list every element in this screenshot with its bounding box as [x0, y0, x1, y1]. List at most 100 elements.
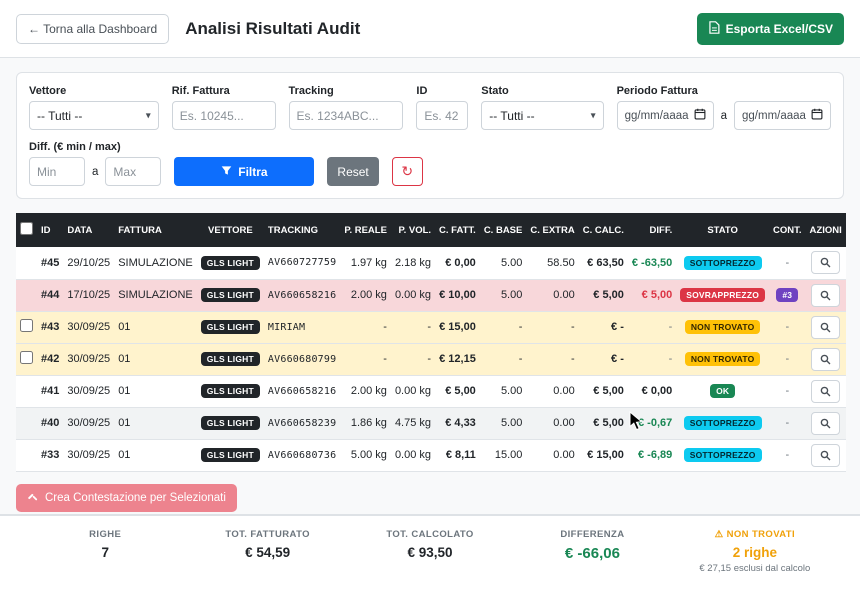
row-c-extra: - — [526, 343, 578, 375]
row-select-cell — [16, 439, 37, 471]
status-badge: SOTTOPREZZO — [684, 416, 762, 431]
carrier-badge: GLS LIGHT — [201, 448, 260, 463]
status-badge: SOVRAPPREZZO — [680, 288, 765, 303]
view-details-button[interactable] — [811, 316, 840, 339]
row-date: 30/09/25 — [63, 343, 114, 375]
diff-max-input[interactable] — [105, 157, 161, 186]
periodo-range: gg/mm/aaaa a gg/mm/aaaa — [617, 101, 831, 130]
row-c-calc: € 63,50 — [579, 247, 628, 279]
tot-fatturato-label: TOT. FATTURATO — [186, 529, 348, 540]
create-contestation-button[interactable]: Crea Contestazione per Selezionati — [16, 484, 237, 512]
summary-non-trovati: ⚠ NON TROVATI 2 righe € 27,15 esclusi da… — [674, 529, 836, 574]
table-row: #4330/09/2501GLS LIGHTMIRIAM--€ 15,00--€… — [16, 311, 846, 343]
row-diff: € 5,00 — [628, 279, 676, 311]
row-invoice: 01 — [114, 407, 197, 439]
back-to-dashboard-button[interactable]: ← Torna alla Dashboard — [16, 14, 169, 44]
contestation-empty: - — [785, 321, 789, 333]
audit-results-page: ← Torna alla Dashboard Analisi Risultati… — [0, 0, 860, 524]
refresh-button[interactable]: ↻ — [392, 157, 423, 186]
summary-bar: RIGHE 7 TOT. FATTURATO € 54,59 TOT. CALC… — [0, 514, 860, 589]
col-stato: STATO — [676, 213, 769, 247]
calendar-icon[interactable] — [811, 108, 823, 123]
contestation-badge[interactable]: #3 — [776, 288, 798, 303]
filtra-label: Filtra — [238, 165, 267, 179]
funnel-icon — [221, 165, 232, 179]
date-from-placeholder: gg/mm/aaaa — [625, 110, 689, 122]
row-cont: - — [769, 407, 806, 439]
row-tracking: MIRIAM — [264, 311, 340, 343]
row-cont: - — [769, 343, 806, 375]
row-checkbox[interactable] — [20, 319, 33, 332]
rif-fattura-input[interactable] — [172, 101, 276, 130]
righe-label: RIGHE — [24, 529, 186, 540]
vettore-select[interactable]: -- Tutti -- — [29, 101, 159, 130]
row-date: 29/10/25 — [63, 247, 114, 279]
view-details-button[interactable] — [811, 444, 840, 467]
row-id: #42 — [37, 343, 63, 375]
filtra-button[interactable]: Filtra — [174, 157, 314, 186]
row-c-fatt: € 12,15 — [435, 343, 480, 375]
view-details-button[interactable] — [811, 348, 840, 371]
row-c-calc: € 5,00 — [579, 407, 628, 439]
date-from-input[interactable]: gg/mm/aaaa — [617, 101, 714, 130]
col-c-extra: C. EXTRA — [526, 213, 578, 247]
righe-value: 7 — [24, 545, 186, 560]
tracking-input[interactable] — [289, 101, 404, 130]
row-tracking: AV660680799 — [264, 343, 340, 375]
export-excel-button[interactable]: Esporta Excel/CSV — [697, 13, 844, 45]
row-date: 30/09/25 — [63, 407, 114, 439]
row-date: 30/09/25 — [63, 375, 114, 407]
row-status: NON TROVATO — [676, 343, 769, 375]
topbar: ← Torna alla Dashboard Analisi Risultati… — [0, 0, 860, 58]
page-title: Analisi Risultati Audit — [185, 19, 360, 39]
stato-select[interactable]: -- Tutti -- — [481, 101, 603, 130]
select-all-checkbox[interactable] — [20, 222, 33, 235]
row-checkbox[interactable] — [20, 351, 33, 364]
row-c-base: 15.00 — [480, 439, 527, 471]
results-table-wrap: ID DATA FATTURA VETTORE TRACKING P. REAL… — [16, 213, 844, 472]
row-cont: - — [769, 439, 806, 471]
row-c-fatt: € 15,00 — [435, 311, 480, 343]
row-p-reale: 2.00 kg — [340, 279, 391, 311]
row-select-cell — [16, 375, 37, 407]
view-details-button[interactable] — [811, 412, 840, 435]
view-details-button[interactable] — [811, 251, 840, 274]
vettore-label: Vettore — [29, 85, 159, 97]
col-diff: DIFF. — [628, 213, 676, 247]
contestation-empty: - — [785, 353, 789, 365]
date-to-input[interactable]: gg/mm/aaaa — [734, 101, 831, 130]
row-c-calc: € - — [579, 343, 628, 375]
tracking-label: Tracking — [289, 85, 404, 97]
status-badge: SOTTOPREZZO — [684, 448, 762, 463]
tot-fatturato-value: € 54,59 — [186, 545, 348, 560]
row-diff: - — [628, 311, 676, 343]
table-row: #3330/09/2501GLS LIGHTAV6606807365.00 kg… — [16, 439, 846, 471]
row-date: 30/09/25 — [63, 311, 114, 343]
contestation-empty: - — [785, 449, 789, 461]
reset-button[interactable]: Reset — [327, 157, 378, 186]
row-c-base: 5.00 — [480, 375, 527, 407]
row-p-vol: 4.75 kg — [391, 407, 435, 439]
filter-panel: Vettore -- Tutti -- Rif. Fattura Trackin… — [16, 72, 844, 199]
row-diff: € -6,89 — [628, 439, 676, 471]
row-p-vol: - — [391, 343, 435, 375]
row-p-vol: 0.00 kg — [391, 375, 435, 407]
row-actions — [806, 279, 846, 311]
row-c-extra: - — [526, 311, 578, 343]
col-data: DATA — [63, 213, 114, 247]
filter-stato: Stato -- Tutti -- — [481, 85, 603, 130]
calendar-icon[interactable] — [694, 108, 706, 123]
row-id: #43 — [37, 311, 63, 343]
non-trovati-label-row: ⚠ NON TROVATI — [674, 529, 836, 540]
view-details-button[interactable] — [811, 284, 840, 307]
periodo-label: Periodo Fattura — [617, 85, 831, 97]
table-row: #4230/09/2501GLS LIGHTAV660680799--€ 12,… — [16, 343, 846, 375]
row-p-vol: 0.00 kg — [391, 439, 435, 471]
row-status: NON TROVATO — [676, 311, 769, 343]
table-row: #4529/10/25SIMULAZIONEGLS LIGHTAV6607277… — [16, 247, 846, 279]
col-c-base: C. BASE — [480, 213, 527, 247]
diff-min-input[interactable] — [29, 157, 85, 186]
row-diff: € 0,00 — [628, 375, 676, 407]
id-input[interactable] — [416, 101, 468, 130]
view-details-button[interactable] — [811, 380, 840, 403]
